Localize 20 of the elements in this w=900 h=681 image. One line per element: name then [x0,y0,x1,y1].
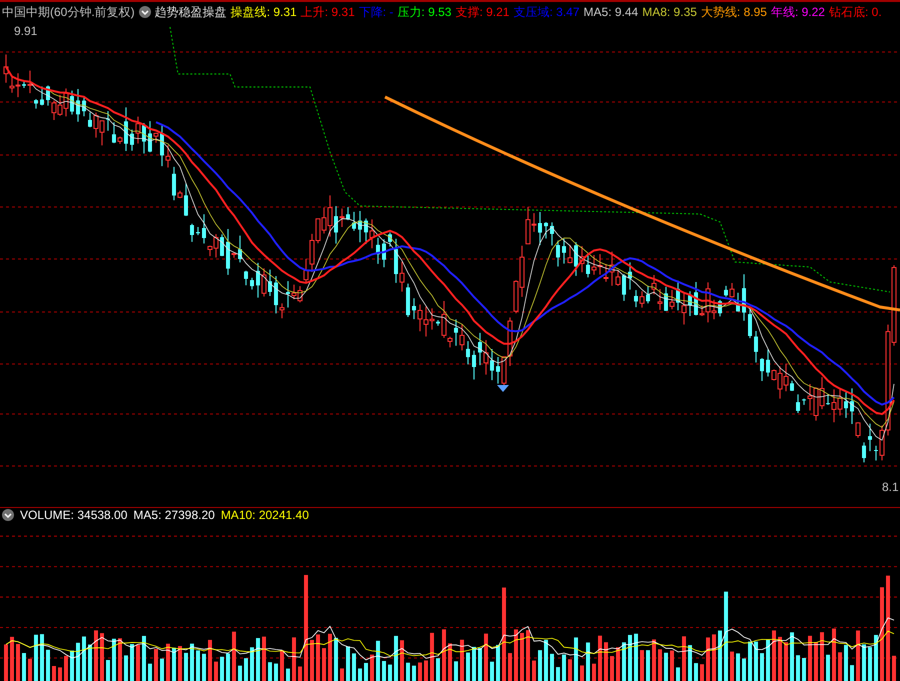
chart-title: 中国中期(60分钟.前复权) [2,4,135,20]
price-high-label: 9.91 [14,24,38,38]
indicator-value: 操盘线: 9.31 [230,4,297,20]
indicator-value: MA5: 9.44 [584,5,638,19]
indicator-value: 钻石底: 0. [828,4,882,20]
indicator-value: 压力: 9.53 [397,4,452,20]
dropdown-icon[interactable] [2,509,14,522]
indicator-value: 支撑: 9.21 [455,4,510,20]
indicator-value: MA8: 9.35 [642,5,697,19]
price-low-label: 8.1 [882,480,899,494]
indicator-value: 大势线: 8.95 [700,4,767,20]
indicator-name: 趋势稳盈操盘 [154,4,227,20]
indicator-value: 下降: - [358,4,394,20]
indicator-value: 年线: 9.22 [770,4,825,20]
volume-value: MA5: 27398.20 [133,508,215,522]
dropdown-icon[interactable] [138,6,151,18]
volume-value: VOLUME: 34538.00 [20,508,128,522]
indicator-value: 上升: 9.31 [300,4,355,20]
volume-value: MA10: 20241.40 [220,508,309,522]
indicator-value: 支压域: 3.47 [513,4,580,20]
